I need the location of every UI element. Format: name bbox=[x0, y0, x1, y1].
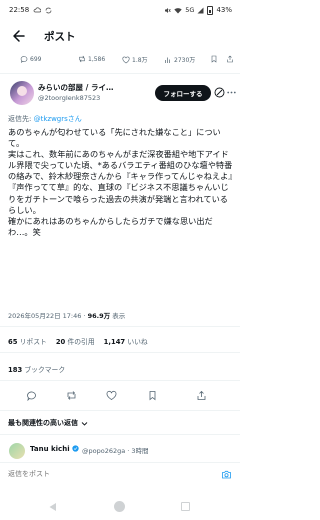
bookmark-icon[interactable] bbox=[147, 390, 158, 401]
nav-recents-icon[interactable] bbox=[181, 502, 190, 511]
reposts-stat[interactable]: 65 リポスト bbox=[8, 336, 47, 346]
reply-to-prefix: 返信先: bbox=[8, 115, 34, 123]
follow-button[interactable]: フォローする bbox=[155, 85, 211, 101]
divider bbox=[0, 352, 240, 353]
reply-compose-bar bbox=[0, 462, 240, 486]
reply-input[interactable] bbox=[8, 470, 208, 478]
reply-avatar[interactable] bbox=[9, 443, 25, 459]
network-label: 5G bbox=[185, 6, 195, 14]
tweet-actions bbox=[0, 390, 240, 406]
tweet-text: あのちゃんが匂わせている「先にされた嫌なこと」について。 実はこれ、数年前にあの… bbox=[8, 127, 233, 237]
bookmarks-stat[interactable]: 183 ブックマーク bbox=[8, 364, 65, 374]
author-handle[interactable]: @2toorgIenk87523 bbox=[38, 94, 100, 102]
camera-icon[interactable] bbox=[221, 469, 232, 480]
prev-views-count: 2730万 bbox=[174, 57, 196, 64]
prev-reply-count: 699 bbox=[30, 55, 42, 63]
mute-icon bbox=[165, 7, 171, 13]
likes-label: いいね bbox=[127, 338, 148, 346]
divider bbox=[0, 73, 240, 74]
reposts-label: リポスト bbox=[19, 338, 47, 346]
more-options-icon[interactable] bbox=[227, 91, 236, 94]
back-arrow-icon[interactable] bbox=[11, 28, 27, 44]
views-chart-icon bbox=[165, 57, 170, 63]
reply-icon[interactable] bbox=[26, 390, 37, 401]
bookmarks-label: ブックマーク bbox=[24, 366, 66, 374]
tweet-meta: 2026年05月22日 17:46 · 96.9万 表示 bbox=[8, 310, 125, 320]
prev-repost-action[interactable]: 1,586 bbox=[78, 55, 105, 63]
grok-icon[interactable] bbox=[214, 87, 225, 98]
tweet-views-label: 表示 bbox=[110, 312, 126, 320]
prev-like-action[interactable]: 1.8万 bbox=[122, 55, 148, 64]
signal-icon bbox=[197, 7, 204, 13]
battery-level: 43% bbox=[216, 6, 232, 14]
previous-post-actions: 699 1,586 1.8万 2730万 bbox=[0, 55, 240, 69]
prev-views-action[interactable]: 2730万 bbox=[164, 55, 195, 64]
heart-icon bbox=[122, 56, 130, 63]
reply-to-mention[interactable]: @tkzwgrsさん bbox=[34, 115, 82, 123]
reply-author-name-text: Tanu kichi bbox=[30, 445, 70, 453]
cloud-icon bbox=[33, 7, 42, 13]
engagement-stats: 65 リポスト 20 件の引用 1,147 いいね bbox=[8, 336, 148, 346]
nav-back-icon[interactable] bbox=[48, 502, 57, 512]
prev-repost-count: 1,586 bbox=[88, 55, 106, 63]
reply-sort-selector[interactable]: 最も関連性の高い返信 bbox=[8, 418, 88, 428]
quotes-label: 件の引用 bbox=[67, 338, 95, 346]
prev-reply-action[interactable]: 699 bbox=[20, 55, 41, 63]
battery-icon bbox=[207, 5, 214, 15]
author-avatar[interactable] bbox=[10, 81, 34, 105]
tweet-timestamp: 2026年05月22日 17:46 · bbox=[8, 312, 88, 320]
reply-author-handle: @popo262ga · 3時間 bbox=[82, 447, 149, 455]
likes-stat[interactable]: 1,147 いいね bbox=[104, 336, 148, 346]
heart-icon[interactable] bbox=[106, 390, 117, 401]
bookmarks-count: 183 bbox=[8, 366, 23, 374]
quotes-stat[interactable]: 20 件の引用 bbox=[56, 336, 95, 346]
likes-count: 1,147 bbox=[103, 338, 126, 346]
reposts-count: 65 bbox=[8, 338, 18, 346]
repost-icon bbox=[79, 55, 85, 63]
system-nav-bar bbox=[0, 494, 240, 520]
reply-sort-label: 最も関連性の高い返信 bbox=[8, 419, 78, 427]
sync-icon bbox=[45, 7, 52, 13]
reply-item[interactable]: Tanu kichi @popo262ga · 3時間 bbox=[0, 442, 240, 460]
reply-icon bbox=[20, 56, 28, 63]
reply-to-line: 返信先: @tkzwgrsさん bbox=[8, 114, 82, 124]
chevron-down-icon bbox=[81, 421, 88, 426]
divider bbox=[0, 434, 240, 435]
author-row: みらいの部屋 / ライ… @2toorgIenk87523 フォローする bbox=[0, 80, 240, 112]
quotes-count: 20 bbox=[55, 338, 66, 346]
divider bbox=[0, 326, 240, 327]
divider bbox=[0, 380, 240, 381]
prev-like-count: 1.8万 bbox=[132, 57, 148, 64]
author-name[interactable]: みらいの部屋 / ライ… bbox=[38, 82, 113, 93]
share-icon[interactable] bbox=[226, 55, 234, 63]
nav-home-icon[interactable] bbox=[114, 501, 125, 512]
post-header: ポスト bbox=[0, 24, 240, 50]
status-time: 22:58 bbox=[9, 6, 30, 14]
verified-badge-icon bbox=[72, 445, 79, 452]
share-icon[interactable] bbox=[196, 390, 207, 401]
tweet-views-count: 96.9万 bbox=[87, 312, 111, 320]
wifi-icon bbox=[174, 7, 182, 13]
divider bbox=[0, 410, 240, 411]
status-bar: 22:58 5G 43% bbox=[0, 0, 240, 20]
reply-author-name[interactable]: Tanu kichi bbox=[30, 445, 79, 453]
page-title: ポスト bbox=[44, 31, 76, 43]
repost-icon[interactable] bbox=[66, 390, 77, 401]
bookmark-icon[interactable] bbox=[210, 55, 218, 63]
